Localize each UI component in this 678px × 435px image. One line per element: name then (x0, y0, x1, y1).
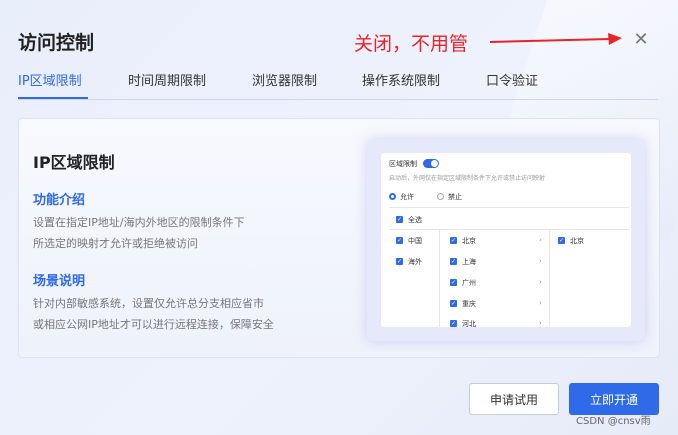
intro-heading: 功能介绍 (33, 193, 86, 208)
preview-frame: 区域限制 启动后，外网仅在指定区域限制条件下允许或禁止访问映射 允许 禁止 ✓ … (367, 139, 645, 341)
scene-line: 或相应公网IP地址才可以进行远程连接，保障安全 (33, 318, 274, 331)
preview-checkbox: ✓ (450, 300, 457, 307)
preview-city-item: 北京 (570, 237, 584, 245)
preview-checkbox: ✓ (396, 237, 403, 244)
chevron-right-icon: › (539, 319, 542, 327)
preview-region-item: 海外 (408, 258, 422, 266)
annotation-arrow-icon (489, 33, 622, 45)
tab-password[interactable]: 口令验证 (486, 70, 538, 89)
scene-heading: 场景说明 (33, 274, 86, 289)
close-icon[interactable]: ✕ (628, 26, 654, 52)
preview-toggle-label: 区域限制 (389, 160, 417, 168)
preview-column-divider (439, 229, 440, 327)
annotation-text: 关闭，不用管 (354, 33, 469, 55)
preview-province-item: 广州 (462, 279, 476, 287)
preview-checkbox: ✓ (396, 216, 403, 223)
preview-description: 启动后，外网仅在指定区域限制条件下允许或禁止访问映射 (389, 175, 546, 182)
preview-checkbox: ✓ (450, 320, 457, 327)
tab-ip-region[interactable]: IP区域限制 (18, 70, 82, 89)
tab-os[interactable]: 操作系统限制 (362, 70, 440, 89)
tab-browser[interactable]: 浏览器限制 (252, 70, 317, 89)
chevron-right-icon: › (539, 236, 542, 244)
tab-bar: IP区域限制 时间周期限制 浏览器限制 操作系统限制 口令验证 (18, 68, 658, 100)
preview-radio-deny-label: 禁止 (448, 193, 462, 201)
preview-checkbox: ✓ (450, 237, 457, 244)
tab-time-period[interactable]: 时间周期限制 (128, 70, 206, 89)
preview-radio-allow (389, 193, 396, 200)
preview-province-item: 北京 (462, 237, 476, 245)
feature-card: IP区域限制 功能介绍 设置在指定IP地址/海内外地区的限制条件下 所选定的映射… (18, 118, 660, 358)
intro-line: 所选定的映射才允许或拒绝被访问 (33, 237, 198, 250)
preview-province-item: 重庆 (462, 300, 476, 308)
preview-province-item: 河北 (462, 320, 476, 327)
card-title: IP区域限制 (33, 153, 115, 172)
dialog-title: 访问控制 (18, 32, 95, 54)
chevron-right-icon: › (539, 299, 542, 307)
preview-divider (389, 229, 629, 230)
preview-checkbox: ✓ (396, 258, 403, 265)
chevron-right-icon: › (539, 257, 542, 265)
apply-trial-button[interactable]: 申请试用 (469, 383, 559, 415)
watermark: CSDN @cnsv雨 (576, 416, 651, 427)
preview-checkbox: ✓ (558, 237, 565, 244)
active-tab-indicator (18, 97, 88, 99)
preview-checkbox: ✓ (450, 279, 457, 286)
activate-now-button[interactable]: 立即开通 (569, 383, 659, 415)
preview-region-item: 中国 (408, 237, 422, 245)
preview-radio-deny (437, 193, 444, 200)
preview-select-all: 全选 (408, 216, 422, 224)
preview-toggle (423, 159, 439, 168)
preview-column-divider (549, 229, 550, 327)
intro-line: 设置在指定IP地址/海内外地区的限制条件下 (33, 216, 245, 229)
scene-line: 针对内部敏感系统，设置仅允许总分支相应省市 (33, 297, 264, 310)
preview-radio-allow-label: 允许 (400, 193, 414, 201)
preview-divider (389, 207, 629, 208)
preview-screenshot: 区域限制 启动后，外网仅在指定区域限制条件下允许或禁止访问映射 允许 禁止 ✓ … (381, 153, 631, 327)
chevron-right-icon: › (539, 278, 542, 286)
preview-province-item: 上海 (462, 258, 476, 266)
preview-checkbox: ✓ (450, 258, 457, 265)
